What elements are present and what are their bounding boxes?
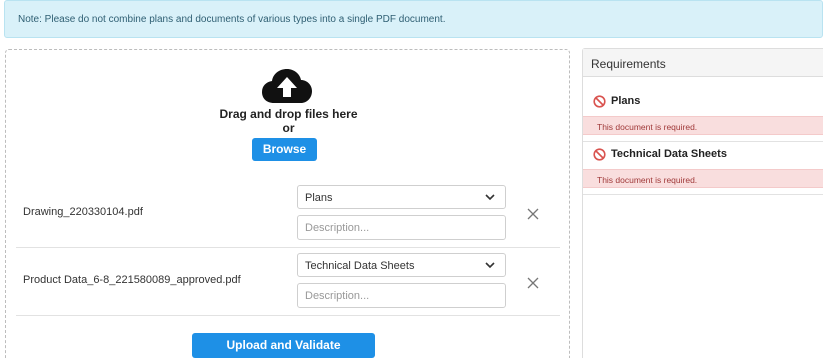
requirements-panel: Requirements Plans This document is requ… <box>582 48 823 358</box>
requirement-error: This document is required. <box>583 169 823 188</box>
requirement-title: Technical Data Sheets <box>583 145 823 163</box>
file-name: Drawing_220330104.pdf <box>23 206 143 218</box>
description-input[interactable]: Description... <box>297 283 506 308</box>
file-row: Product Data_6-8_221580089_approved.pdf … <box>16 249 560 316</box>
browse-button[interactable]: Browse <box>252 138 317 161</box>
prohibited-icon <box>593 94 606 108</box>
or-text: or <box>282 121 295 135</box>
file-dropzone[interactable]: Drag and drop files here or Browse Drawi… <box>5 49 570 358</box>
file-name: Product Data_6-8_221580089_approved.pdf <box>23 274 241 286</box>
requirement-title: Plans <box>583 92 823 110</box>
document-type-select[interactable]: Plans <box>297 185 506 209</box>
cloud-upload-icon <box>262 69 312 103</box>
chevron-down-icon <box>485 262 495 269</box>
file-row: Drawing_220330104.pdf Plans Description.… <box>16 179 560 248</box>
document-type-select[interactable]: Technical Data Sheets <box>297 253 506 277</box>
requirement-item: Plans This document is required. <box>583 92 823 135</box>
requirement-error: This document is required. <box>583 116 823 135</box>
close-icon[interactable] <box>526 207 540 221</box>
requirements-title: Requirements <box>583 49 823 77</box>
document-type-value: Plans <box>305 192 333 204</box>
note-text: Note: Please do not combine plans and do… <box>18 14 446 25</box>
description-placeholder: Description... <box>305 290 370 302</box>
upload-and-validate-button[interactable]: Upload and Validate <box>192 333 375 358</box>
document-type-value: Technical Data Sheets <box>305 260 415 272</box>
requirement-item: Technical Data Sheets This document is r… <box>583 145 823 188</box>
description-input[interactable]: Description... <box>297 215 506 240</box>
close-icon[interactable] <box>526 276 540 290</box>
requirement-label: Technical Data Sheets <box>611 148 727 160</box>
requirement-divider <box>583 141 823 142</box>
chevron-down-icon <box>485 194 495 201</box>
description-placeholder: Description... <box>305 222 370 234</box>
drag-drop-text: Drag and drop files here <box>219 107 358 121</box>
note-banner: Note: Please do not combine plans and do… <box>4 0 823 38</box>
requirement-divider <box>583 194 823 195</box>
prohibited-icon <box>593 147 606 161</box>
requirement-label: Plans <box>611 95 641 107</box>
